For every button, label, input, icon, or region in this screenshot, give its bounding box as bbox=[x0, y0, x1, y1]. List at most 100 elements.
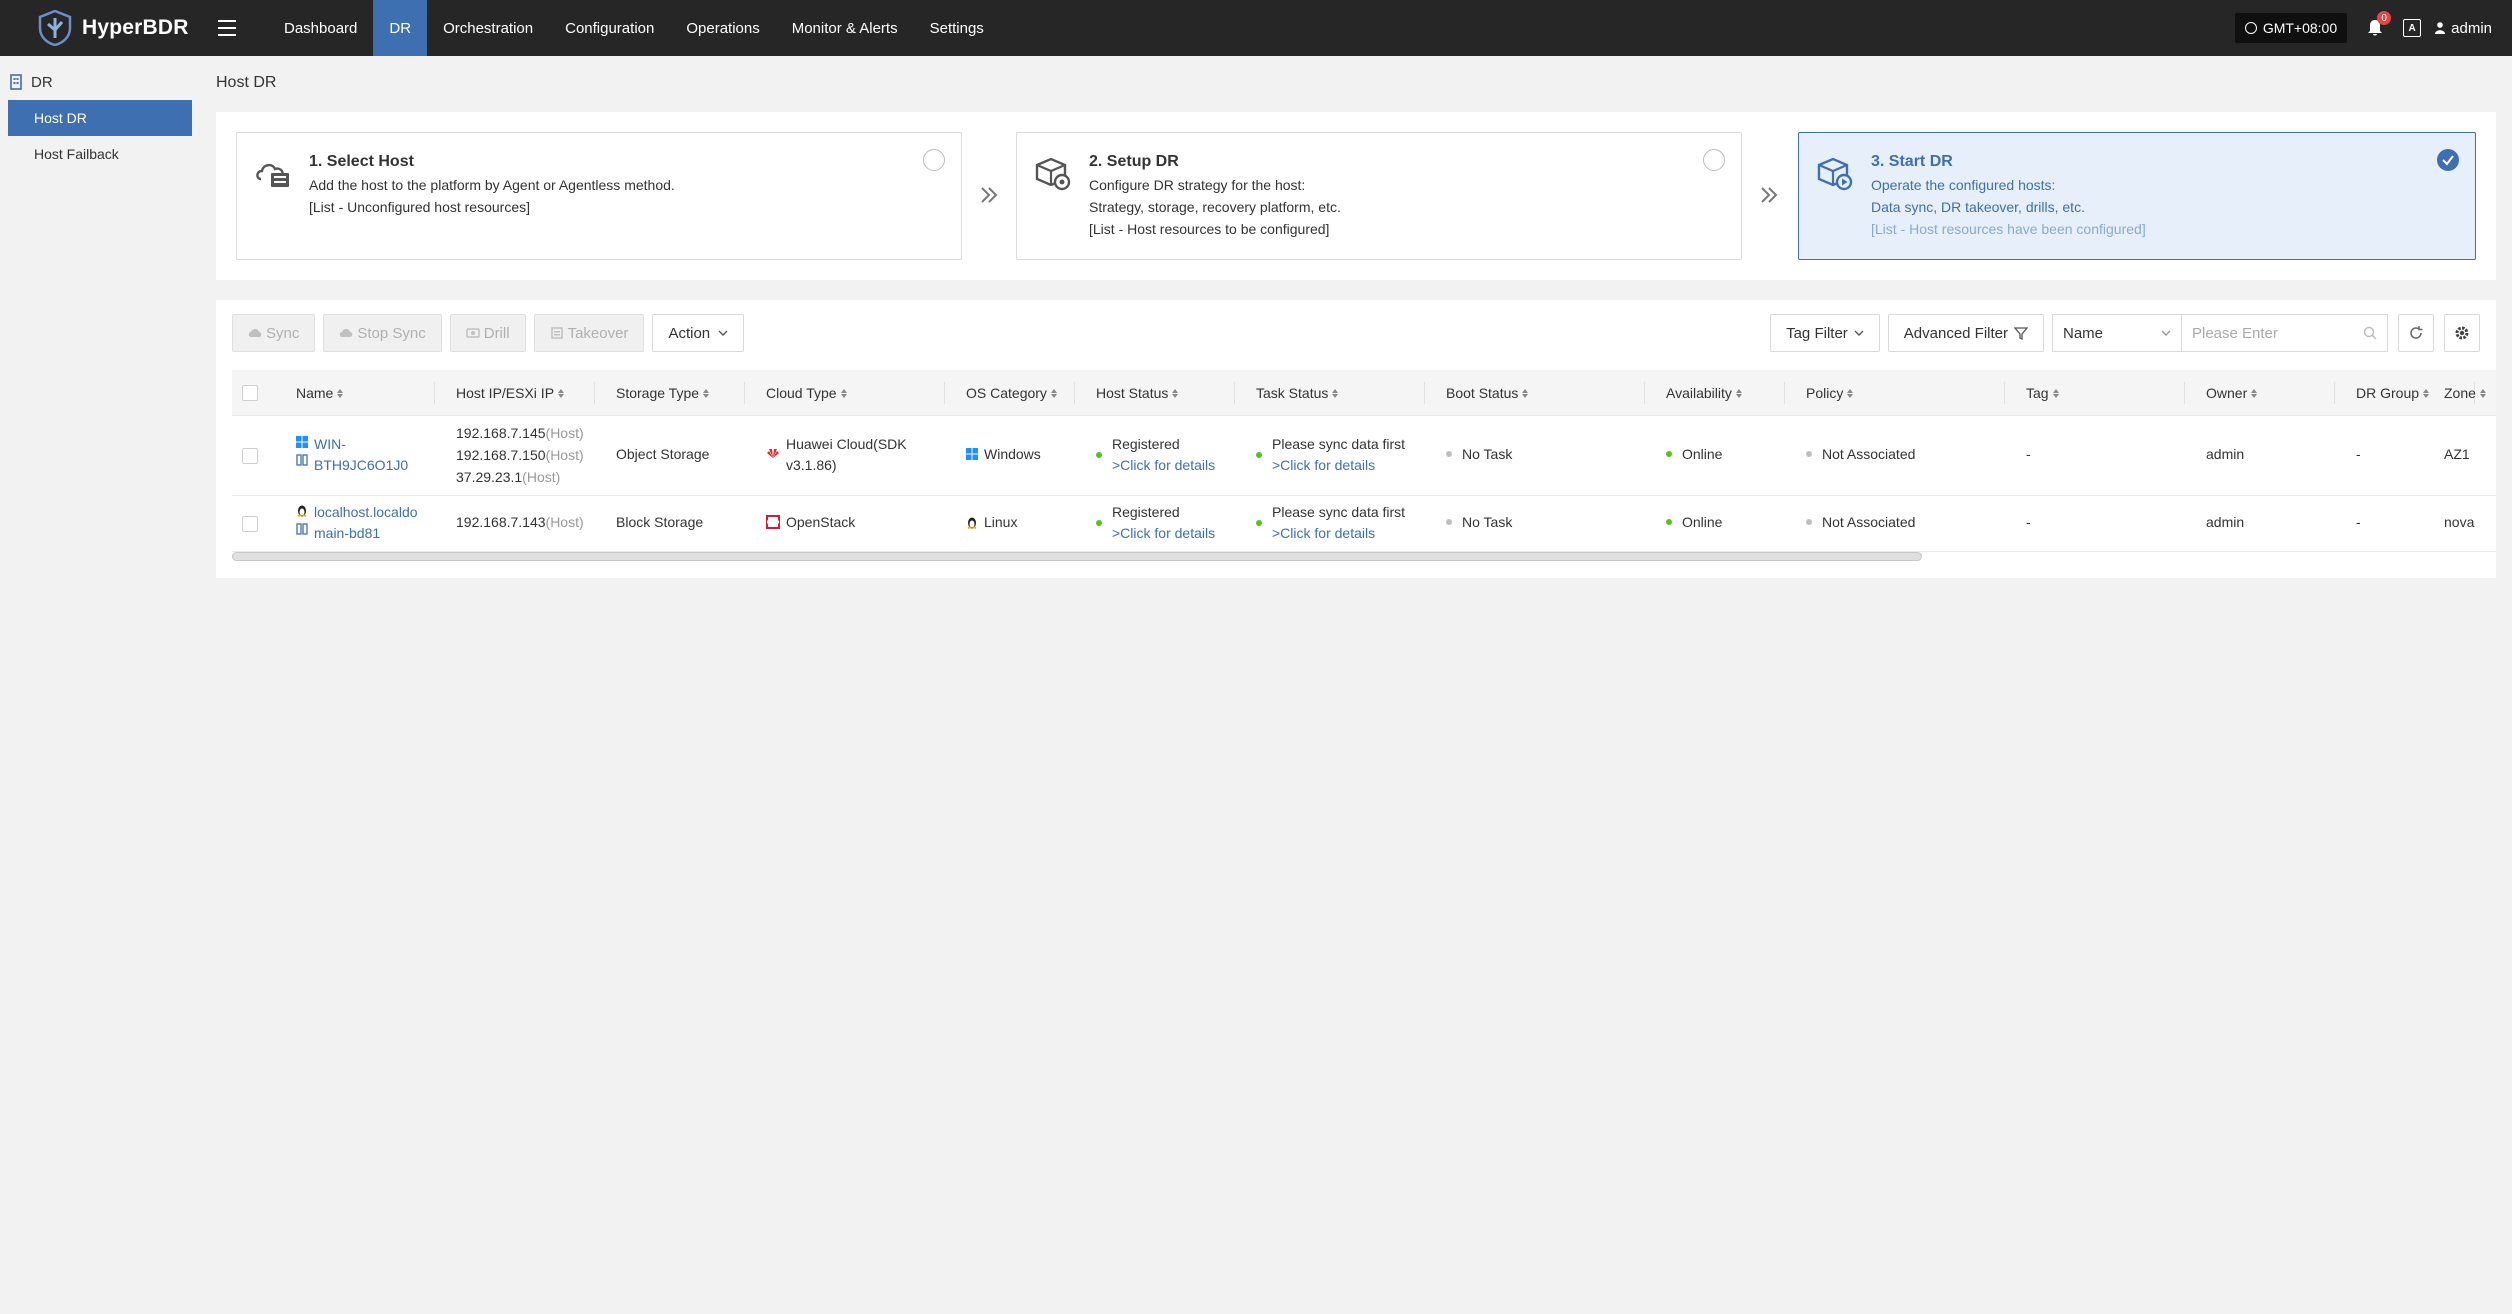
search-field-select[interactable]: Name bbox=[2052, 314, 2182, 352]
step-radio[interactable] bbox=[1703, 149, 1725, 171]
nav-monitor-alerts[interactable]: Monitor & Alerts bbox=[776, 0, 914, 56]
page-title: Host DR bbox=[216, 74, 277, 91]
filter-icon bbox=[2014, 327, 2028, 340]
sort-icon[interactable] bbox=[2479, 388, 2486, 398]
boot-status-cell: No Task bbox=[1446, 514, 1512, 530]
timezone-button[interactable]: GMT+08:00 bbox=[2234, 13, 2348, 43]
col-cloud-type[interactable]: Cloud Type bbox=[766, 370, 847, 416]
row-checkbox[interactable] bbox=[242, 516, 258, 532]
nav-operations[interactable]: Operations bbox=[670, 0, 775, 56]
cloud-type-cell: Huawei Cloud(SDK v3.1.86) bbox=[766, 434, 907, 476]
stop-sync-button[interactable]: Stop Sync bbox=[323, 314, 442, 352]
sidebar-group-dr[interactable]: DR bbox=[0, 64, 200, 100]
step-desc: Data sync, DR takeover, drills, etc. bbox=[1871, 199, 2085, 215]
task-status-details-link[interactable]: >Click for details bbox=[1272, 523, 1405, 544]
os-category-cell: Windows bbox=[966, 446, 1041, 462]
search-icon[interactable] bbox=[2363, 326, 2377, 340]
user-icon bbox=[2435, 22, 2446, 34]
main-nav: Dashboard DR Orchestration Configuration… bbox=[268, 0, 1000, 56]
sort-icon[interactable] bbox=[840, 388, 847, 398]
host-name-link[interactable]: localhost.localdo bbox=[314, 502, 418, 523]
sort-icon[interactable] bbox=[1172, 388, 1179, 398]
availability-cell: Online bbox=[1666, 514, 1722, 530]
col-tag[interactable]: Tag bbox=[2026, 370, 2059, 416]
sort-icon[interactable] bbox=[2423, 388, 2430, 398]
col-owner[interactable]: Owner bbox=[2206, 370, 2258, 416]
clock-icon bbox=[2244, 22, 2257, 34]
chevron-down-icon bbox=[718, 330, 728, 336]
takeover-button[interactable]: Takeover bbox=[533, 314, 645, 352]
sort-icon[interactable] bbox=[1050, 388, 1057, 398]
sort-icon[interactable] bbox=[2251, 388, 2258, 398]
sync-button[interactable]: Sync bbox=[232, 314, 316, 352]
step-desc: Configure DR strategy for the host: bbox=[1089, 177, 1306, 193]
building-icon bbox=[10, 74, 22, 90]
nav-settings[interactable]: Settings bbox=[914, 0, 1000, 56]
step-select-host[interactable]: 1. Select Host Add the host to the platf… bbox=[236, 132, 962, 260]
table-row[interactable]: localhost.localdo main-bd81 192.168.7.14… bbox=[232, 496, 2496, 552]
host-name-link[interactable]: main-bd81 bbox=[314, 523, 418, 544]
host-status-details-link[interactable]: >Click for details bbox=[1112, 523, 1215, 544]
notification-bell-icon[interactable]: 0 bbox=[2367, 11, 2392, 37]
sort-icon[interactable] bbox=[1522, 388, 1529, 398]
host-name-link[interactable]: BTH9JC6O1J0 bbox=[314, 455, 408, 476]
search-placeholder: Please Enter bbox=[2192, 324, 2278, 342]
col-boot-status[interactable]: Boot Status bbox=[1446, 370, 1529, 416]
sort-icon[interactable] bbox=[1332, 388, 1339, 398]
step-radio[interactable] bbox=[923, 149, 945, 171]
col-availability[interactable]: Availability bbox=[1666, 370, 1742, 416]
search-input[interactable]: Please Enter bbox=[2182, 314, 2388, 352]
step-desc: [List - Host resources have been configu… bbox=[1871, 221, 2146, 237]
advanced-filter-button[interactable]: Advanced Filter bbox=[1887, 314, 2044, 352]
sidebar-item-host-dr[interactable]: Host DR bbox=[8, 100, 192, 136]
col-zone[interactable]: Zone bbox=[2444, 370, 2486, 416]
task-status-details-link[interactable]: >Click for details bbox=[1272, 455, 1405, 476]
col-name[interactable]: Name bbox=[296, 370, 344, 416]
drill-button[interactable]: Drill bbox=[449, 314, 526, 352]
select-all-checkbox[interactable] bbox=[242, 385, 258, 401]
tag-filter-dropdown[interactable]: Tag Filter bbox=[1770, 314, 1880, 352]
username: admin bbox=[2451, 19, 2492, 37]
col-task-status[interactable]: Task Status bbox=[1256, 370, 1339, 416]
nav-configuration[interactable]: Configuration bbox=[549, 0, 670, 56]
refresh-button[interactable] bbox=[2398, 314, 2434, 352]
policy-cell: Not Associated bbox=[1806, 446, 1915, 462]
os-category-cell: Linux bbox=[966, 514, 1017, 530]
nav-orchestration[interactable]: Orchestration bbox=[427, 0, 549, 56]
app-logo[interactable]: HyperBDR bbox=[0, 0, 200, 56]
horizontal-scrollbar[interactable] bbox=[232, 552, 1922, 561]
col-storage-type[interactable]: Storage Type bbox=[616, 370, 710, 416]
step-setup-dr[interactable]: 2. Setup DR Configure DR strategy for th… bbox=[1016, 132, 1742, 260]
double-chevron-right-icon bbox=[981, 187, 998, 203]
col-host-status[interactable]: Host Status bbox=[1096, 370, 1179, 416]
host-name-link[interactable]: WIN- bbox=[314, 434, 408, 455]
nav-dashboard[interactable]: Dashboard bbox=[268, 0, 373, 56]
sort-icon[interactable] bbox=[558, 388, 565, 398]
column-settings-button[interactable] bbox=[2444, 314, 2480, 352]
host-status-details-link[interactable]: >Click for details bbox=[1112, 455, 1215, 476]
col-os-category[interactable]: OS Category bbox=[966, 370, 1057, 416]
sort-icon[interactable] bbox=[1735, 388, 1742, 398]
step-start-dr[interactable]: 3. Start DR Operate the configured hosts… bbox=[1798, 132, 2476, 260]
menu-toggle-icon[interactable] bbox=[218, 20, 236, 36]
action-dropdown[interactable]: Action bbox=[652, 314, 745, 352]
user-menu[interactable]: admin bbox=[2435, 20, 2492, 37]
sort-icon[interactable] bbox=[703, 388, 710, 398]
col-dr-group[interactable]: DR Group bbox=[2356, 370, 2430, 416]
search-field-label: Name bbox=[2063, 324, 2104, 342]
table-row[interactable]: WIN- BTH9JC6O1J0 192.168.7.145(Host) 192… bbox=[232, 416, 2496, 496]
host-link-icon bbox=[296, 454, 308, 466]
sidebar-item-host-failback[interactable]: Host Failback bbox=[8, 136, 192, 172]
sort-icon[interactable] bbox=[1847, 388, 1854, 398]
col-host-ip[interactable]: Host IP/ESXi IP bbox=[456, 370, 565, 416]
check-icon[interactable] bbox=[2437, 149, 2459, 171]
sort-icon[interactable] bbox=[337, 388, 344, 398]
cloud-type-cell: OpenStack bbox=[766, 514, 855, 530]
col-policy[interactable]: Policy bbox=[1806, 370, 1854, 416]
nav-dr[interactable]: DR bbox=[373, 0, 428, 56]
sort-icon[interactable] bbox=[2052, 388, 2059, 398]
row-checkbox[interactable] bbox=[242, 448, 258, 464]
policy-cell: Not Associated bbox=[1806, 514, 1915, 530]
language-icon[interactable]: A bbox=[2403, 19, 2422, 37]
chevron-down-icon bbox=[1854, 330, 1864, 336]
